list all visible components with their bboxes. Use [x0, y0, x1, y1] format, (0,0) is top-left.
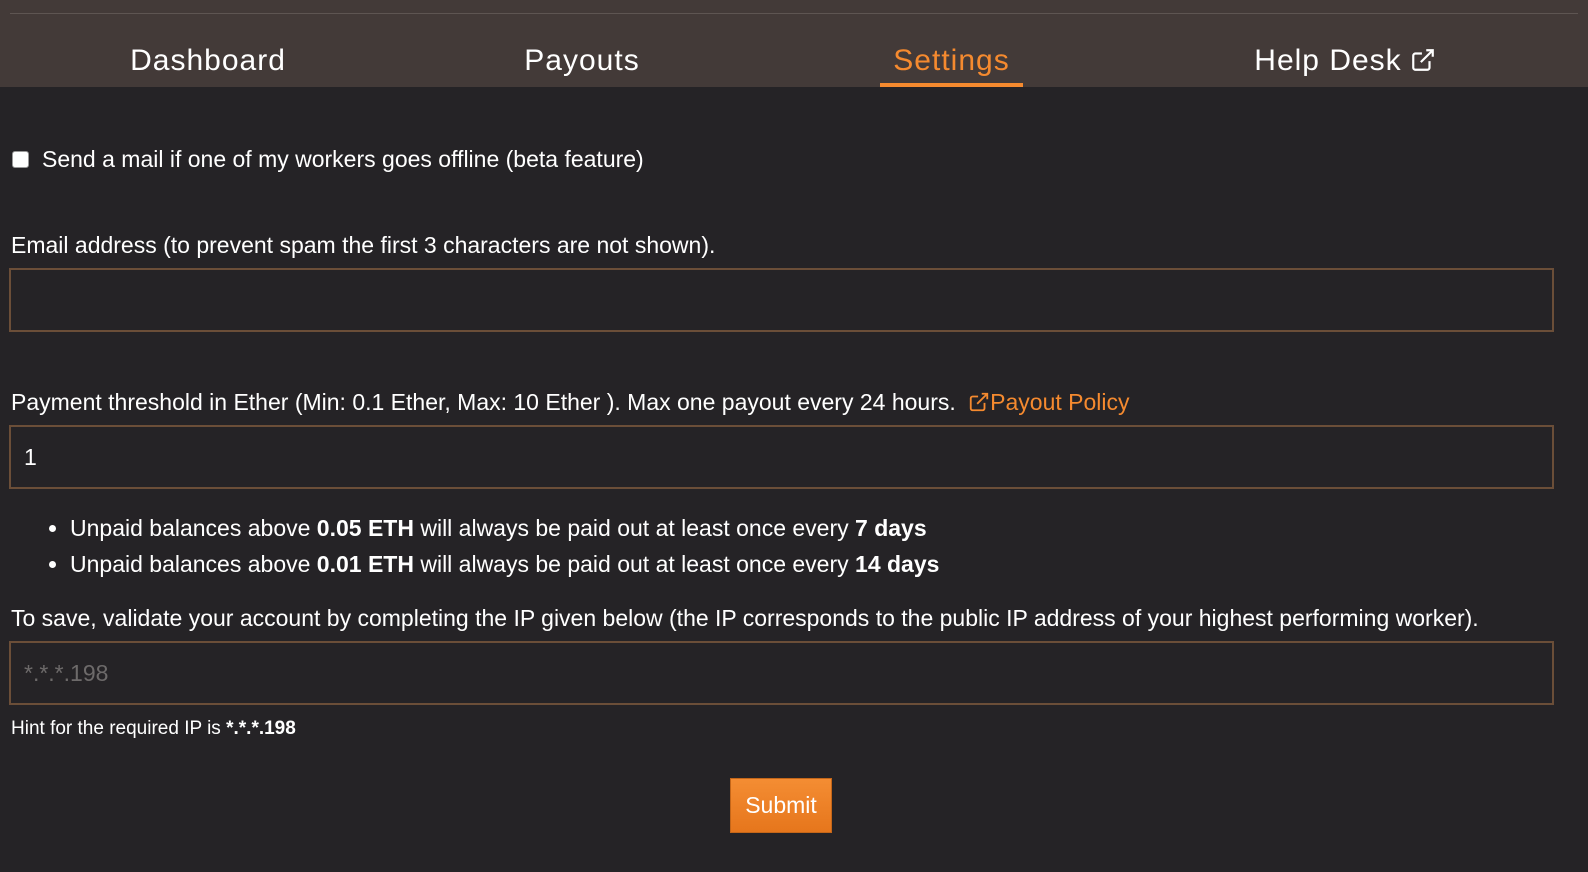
tab-help-desk-label: Help Desk	[1254, 44, 1402, 77]
email-field[interactable]	[9, 268, 1554, 332]
threshold-field[interactable]: 1	[9, 425, 1554, 489]
threshold-label: Payment threshold in Ether (Min: 0.1 Eth…	[11, 389, 956, 415]
list-item: Unpaid balances above 0.05 ETH will alwa…	[70, 510, 939, 546]
tab-payouts[interactable]: Payouts	[510, 44, 654, 87]
external-link-icon	[968, 391, 990, 419]
email-label: Email address (to prevent spam the first…	[11, 232, 716, 258]
payout-policy-link[interactable]: Payout Policy	[968, 389, 1130, 415]
ip-field[interactable]: *.*.*.198	[9, 641, 1554, 705]
offline-mail-label: Send a mail if one of my workers goes of…	[42, 146, 644, 172]
offline-mail-row: Send a mail if one of my workers goes of…	[12, 146, 644, 173]
top-navigation: Dashboard Payouts Settings Help Desk	[0, 0, 1588, 87]
external-link-icon	[1410, 47, 1436, 81]
tab-help-desk[interactable]: Help Desk	[1240, 44, 1450, 87]
list-item: Unpaid balances above 0.01 ETH will alwa…	[70, 546, 939, 582]
threshold-label-row: Payment threshold in Ether (Min: 0.1 Eth…	[11, 389, 1130, 419]
topbar-divider	[10, 13, 1578, 14]
tab-settings[interactable]: Settings	[880, 44, 1023, 87]
submit-button[interactable]: Submit	[730, 778, 832, 833]
payout-policy-label: Payout Policy	[990, 389, 1130, 415]
tab-dashboard[interactable]: Dashboard	[116, 44, 300, 87]
ip-label: To save, validate your account by comple…	[11, 605, 1479, 631]
payout-rules-list: Unpaid balances above 0.05 ETH will alwa…	[30, 510, 939, 582]
offline-mail-checkbox[interactable]	[12, 151, 29, 168]
ip-hint: Hint for the required IP is *.*.*.198	[11, 718, 296, 739]
